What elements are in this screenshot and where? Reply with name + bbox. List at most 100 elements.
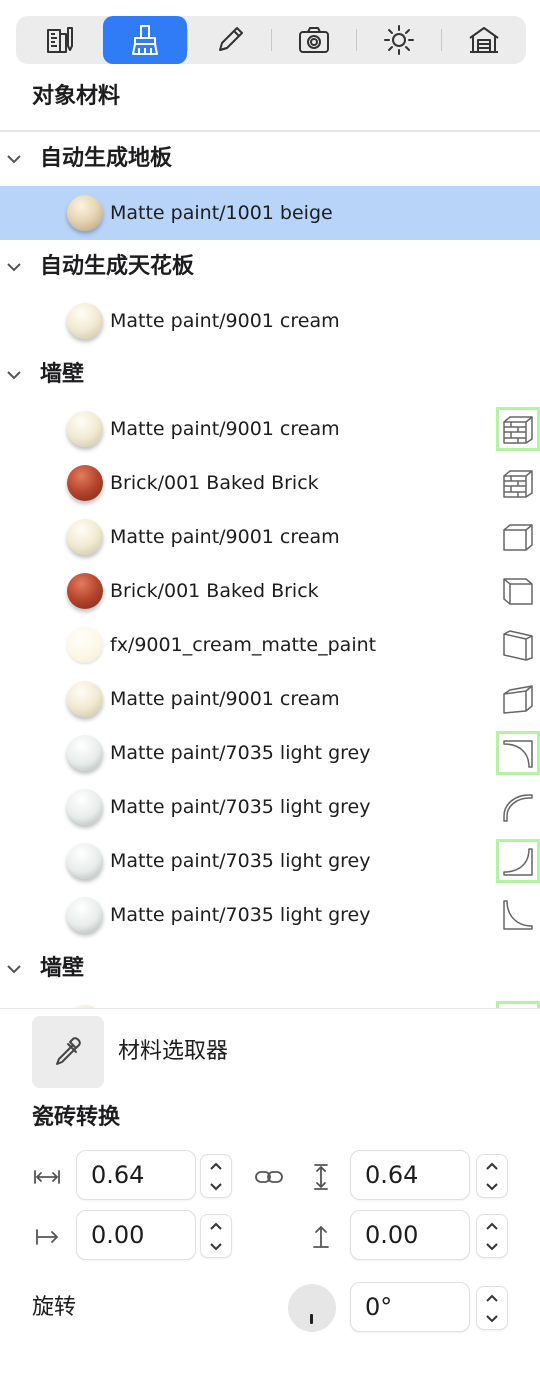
material-swatch (67, 303, 103, 339)
pencil-icon (219, 27, 243, 51)
list-item[interactable]: fx/9001_cream_matte_paint (0, 618, 540, 672)
face-selector[interactable] (496, 839, 540, 883)
offset-x-input[interactable]: 0.00 (76, 1210, 196, 1260)
chevron-down-icon (7, 263, 21, 272)
wall-left-face-icon (503, 524, 533, 551)
group-label: 墙壁 (40, 956, 85, 981)
cove-base-icon (503, 900, 533, 930)
face-selector[interactable] (496, 893, 540, 937)
group-walls[interactable]: 墙壁 (0, 348, 540, 402)
eyedropper-icon (56, 1037, 81, 1065)
list-item[interactable]: Matte paint/7035 light grey (0, 834, 540, 888)
group-label: 墙壁 (40, 362, 85, 387)
list-item[interactable]: Matte paint/9001 cream (0, 672, 540, 726)
material-tree: 自动生成地板 Matte paint/1001 beige 自动生成天花板 Ma… (0, 132, 540, 1008)
width-icon (34, 1170, 60, 1184)
face-selector[interactable] (496, 407, 540, 451)
material-label: Brick/001 Baked Brick (110, 472, 319, 494)
list-item[interactable]: Matte paint/9001 cream (0, 294, 540, 348)
tab-lighting[interactable] (357, 16, 441, 64)
list-item[interactable] (0, 996, 540, 1008)
face-selector[interactable] (496, 515, 540, 559)
list-item[interactable]: Matte paint/7035 light grey (0, 888, 540, 942)
material-swatch (67, 843, 103, 879)
paint-brush-icon (132, 25, 158, 55)
offset-y-stepper[interactable] (476, 1214, 508, 1258)
offset-x-stepper[interactable] (200, 1214, 232, 1258)
dial-indicator (310, 1314, 313, 1324)
tile-width-input[interactable]: 0.64 (76, 1150, 196, 1200)
list-item[interactable]: Matte paint/9001 cream (0, 510, 540, 564)
panel-title: 对象材料 (32, 84, 121, 109)
chevron-down-icon (7, 155, 21, 164)
tab-building[interactable] (442, 16, 526, 64)
material-picker-label: 材料选取器 (118, 1039, 229, 1064)
wall-end-face-icon (503, 685, 533, 714)
tab-dimensions[interactable] (16, 16, 100, 64)
material-label: Matte paint/1001 beige (110, 202, 333, 224)
group-label: 自动生成地板 (40, 146, 173, 171)
face-selector[interactable] (496, 461, 540, 505)
tile-transform-title: 瓷砖转换 (32, 1105, 121, 1130)
material-label: fx/9001_cream_matte_paint (110, 634, 377, 656)
material-label: Matte paint/9001 cream (110, 418, 340, 440)
face-selector[interactable] (496, 785, 540, 829)
divider (0, 1008, 540, 1009)
chevron-down-icon (7, 965, 21, 974)
link-icon[interactable] (254, 1162, 284, 1192)
material-swatch (67, 573, 103, 609)
material-swatch (67, 519, 103, 555)
material-swatch (67, 897, 103, 933)
material-swatch (67, 735, 103, 771)
cove-inner-icon (503, 848, 533, 876)
material-swatch (67, 681, 103, 717)
chevron-up-icon (210, 1222, 222, 1230)
face-selector[interactable] (496, 623, 540, 667)
material-swatch (67, 411, 103, 447)
tile-width-stepper[interactable] (200, 1154, 232, 1198)
tab-materials[interactable] (103, 16, 187, 64)
material-label: Matte paint/9001 cream (110, 310, 340, 332)
rotation-dial[interactable] (288, 1284, 336, 1332)
offset-y-input[interactable]: 0.00 (350, 1210, 470, 1260)
brick-wall-icon (503, 470, 533, 498)
group-walls-2[interactable]: 墙壁 (0, 942, 540, 996)
face-selector[interactable] (496, 1001, 540, 1008)
rotation-input[interactable]: 0° (350, 1282, 470, 1332)
list-item[interactable]: Matte paint/7035 light grey (0, 780, 540, 834)
material-label: Matte paint/7035 light grey (110, 904, 371, 926)
sun-icon (384, 25, 414, 55)
face-selector[interactable] (496, 569, 540, 613)
list-item[interactable]: Matte paint/7035 light grey (0, 726, 540, 780)
cove-curve-icon (503, 794, 533, 822)
tab-camera[interactable] (272, 16, 356, 64)
group-ceiling[interactable]: 自动生成天花板 (0, 240, 540, 294)
group-floor[interactable]: 自动生成地板 (0, 132, 540, 186)
chevron-up-icon (486, 1294, 498, 1302)
ruler-pencil-icon (47, 27, 73, 53)
material-label: Matte paint/9001 cream (110, 526, 340, 548)
rotation-stepper[interactable] (476, 1286, 508, 1330)
material-swatch (67, 195, 103, 231)
tile-height-stepper[interactable] (476, 1154, 508, 1198)
list-item[interactable]: Matte paint/1001 beige (0, 186, 540, 240)
list-item[interactable]: Matte paint/9001 cream (0, 402, 540, 456)
chevron-down-icon (486, 1314, 498, 1322)
eyedropper-button[interactable] (32, 1016, 104, 1088)
chevron-down-icon (486, 1242, 498, 1250)
camera-icon (299, 27, 329, 53)
face-selector[interactable] (496, 677, 540, 721)
offset-x-icon (36, 1229, 59, 1245)
tab-draw[interactable] (188, 16, 272, 64)
rotation-label: 旋转 (32, 1295, 77, 1320)
face-selector[interactable] (496, 731, 540, 775)
list-item[interactable]: Brick/001 Baked Brick (0, 564, 540, 618)
material-swatch (67, 789, 103, 825)
chevron-up-icon (210, 1162, 222, 1170)
list-item[interactable]: Brick/001 Baked Brick (0, 456, 540, 510)
tile-height-input[interactable]: 0.64 (350, 1150, 470, 1200)
group-label: 自动生成天花板 (40, 254, 195, 279)
house-icon (469, 27, 499, 53)
chevron-down-icon (486, 1182, 498, 1190)
toolbar (16, 16, 526, 64)
